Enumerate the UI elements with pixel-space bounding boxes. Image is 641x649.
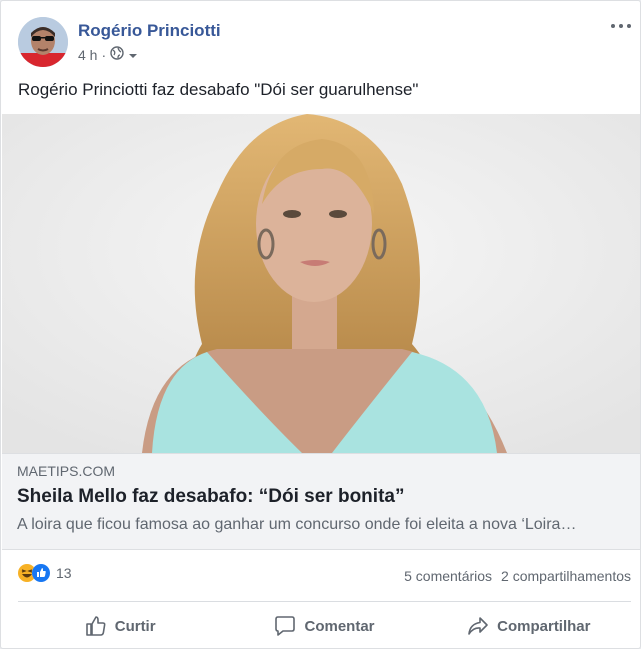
chevron-down-icon[interactable] — [128, 47, 138, 63]
thumbs-up-icon — [85, 615, 107, 637]
link-preview-image[interactable] — [2, 114, 640, 453]
link-domain: MAETIPS.COM — [17, 463, 116, 479]
reaction-count: 13 — [56, 565, 72, 581]
post-text: Rogério Princiotti faz desabafo "Dói ser… — [18, 80, 419, 99]
share-button[interactable]: Compartilhar — [427, 602, 631, 648]
post-header: Rogério Princiotti 4 h · — [18, 17, 618, 69]
post-time[interactable]: 4 h — [78, 47, 97, 63]
like-icon — [32, 564, 50, 582]
author-name[interactable]: Rogério Princiotti — [78, 21, 221, 41]
action-bar: Curtir Comentar Compartilhar — [18, 602, 631, 648]
link-title[interactable]: Sheila Mello faz desabafo: “Dói ser boni… — [17, 486, 404, 508]
comments-count[interactable]: 5 comentários — [404, 568, 492, 584]
separator-dot: · — [101, 46, 107, 63]
globe-icon[interactable] — [110, 46, 124, 63]
link-description: A loira que ficou famosa ao ganhar um co… — [17, 516, 577, 533]
comment-button[interactable]: Comentar — [222, 602, 426, 648]
like-button[interactable]: Curtir — [18, 602, 222, 648]
post-meta: 4 h · — [78, 46, 138, 63]
avatar[interactable] — [18, 17, 68, 67]
comment-icon — [274, 615, 296, 637]
shares-count[interactable]: 2 compartilhamentos — [501, 568, 631, 584]
more-options-icon[interactable] — [610, 19, 632, 31]
post-card: Rogério Princiotti 4 h · Rogério Princio… — [0, 0, 641, 649]
link-preview[interactable]: MAETIPS.COM Sheila Mello faz desabafo: “… — [2, 453, 640, 550]
engagement-counts: 5 comentários 2 compartilhamentos — [404, 568, 631, 584]
reactions-summary[interactable]: 13 — [18, 564, 72, 582]
share-label: Compartilhar — [497, 617, 591, 635]
share-icon — [467, 615, 489, 637]
post-stats: 13 5 comentários 2 compartilhamentos — [18, 564, 631, 588]
like-label: Curtir — [114, 617, 156, 635]
comment-label: Comentar — [304, 617, 375, 635]
